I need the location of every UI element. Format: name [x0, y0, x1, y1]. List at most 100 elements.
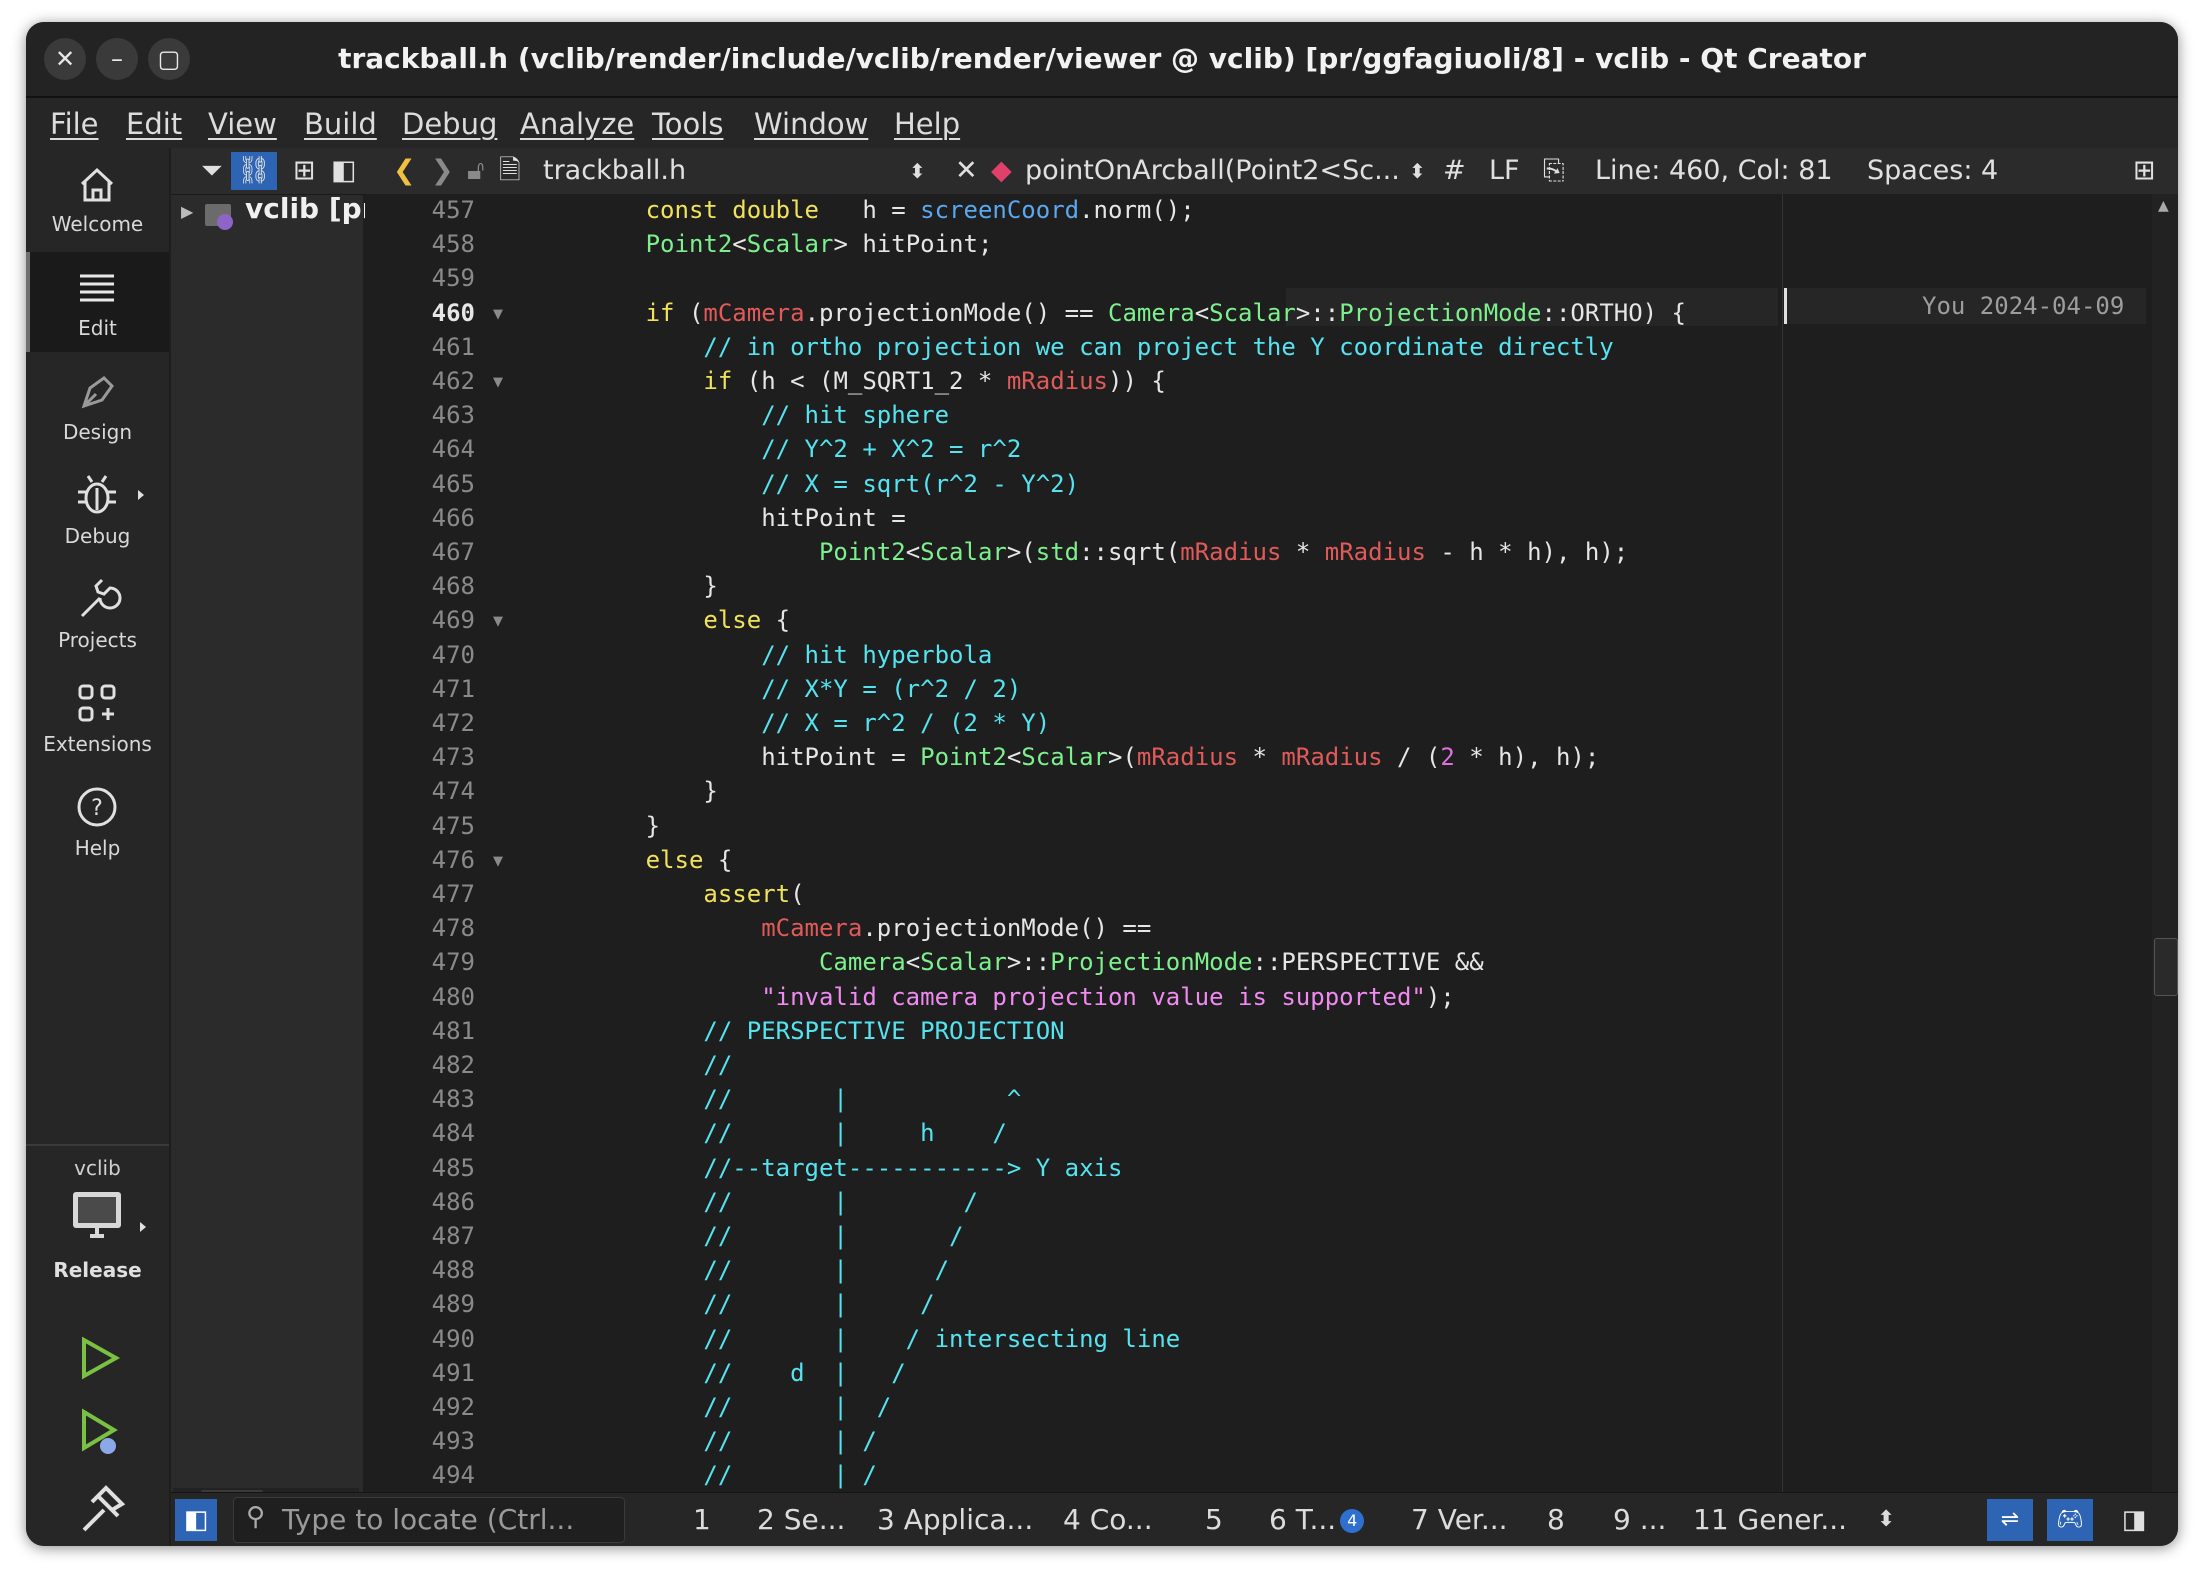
pane-button-4[interactable]: 4 Co...	[1063, 1499, 1153, 1541]
project-tree-pane: ▶ vclib [pr ◀ ▶	[171, 148, 365, 1518]
mode-help[interactable]: ? Help	[26, 772, 169, 872]
code-line: else {	[703, 606, 791, 635]
back-icon[interactable]: ❮	[393, 152, 416, 190]
code-line: Camera<Scalar>::ProjectionMode::PERSPECT…	[818, 948, 1484, 977]
mode-welcome[interactable]: Welcome	[26, 148, 169, 248]
mode-debug[interactable]: Debug	[26, 460, 169, 560]
kit-selector[interactable]: Release	[26, 1188, 169, 1298]
toggle-sidebar-icon[interactable]: ◧	[175, 1499, 217, 1541]
code-line: if (h < (M_SQRT1_2 * mRadius)) {	[703, 367, 1166, 395]
line-number: 486	[431, 1187, 475, 1216]
locator-input[interactable]: ⚲ Type to locate (Ctrl...	[233, 1497, 625, 1543]
menu-build[interactable]: Build	[304, 98, 377, 148]
mode-projects[interactable]: Projects	[26, 564, 169, 664]
split-editor-icon[interactable]: ⊞	[2133, 152, 2156, 190]
edit-icon	[80, 274, 114, 302]
extensions-icon	[78, 684, 116, 722]
indentation-button[interactable]: Spaces: 4	[1867, 152, 1998, 190]
fold-marker-icon[interactable]: ▼	[493, 854, 503, 869]
line-number: 489	[431, 1290, 475, 1319]
split-icon[interactable]: ⊞	[293, 152, 316, 190]
code-line: hitPoint = Point2<Scalar>(mRadius * mRad…	[530, 743, 1600, 772]
symbol-combo-arrows-icon[interactable]: ⬍	[1409, 152, 1426, 190]
fold-marker-icon[interactable]: ▼	[493, 375, 503, 390]
pane-button-9[interactable]: 9 ...	[1613, 1499, 1666, 1541]
line-number: 476	[431, 845, 475, 874]
code-line: "invalid camera projection value is supp…	[761, 982, 1455, 1011]
lock-icon[interactable]: 🔓︎	[467, 152, 485, 190]
debug-run-button[interactable]	[26, 1404, 169, 1464]
menu-edit[interactable]: Edit	[126, 98, 182, 148]
filter-icon[interactable]: ⏷	[201, 152, 223, 190]
line-number: 480	[431, 982, 475, 1011]
line-number: 483	[431, 1085, 475, 1114]
pane-button-2[interactable]: 2 Se...	[757, 1499, 845, 1541]
build-hammer-button[interactable]	[26, 1480, 169, 1540]
open-file-combo[interactable]: trackball.h	[543, 152, 686, 190]
code-line: // d | /	[530, 1358, 906, 1387]
line-ending-button[interactable]: LF	[1489, 152, 1520, 190]
pane-button-5[interactable]: 5	[1205, 1499, 1223, 1541]
editor-toolbar: ⏷ ⛓ ⊞ ◧ ❮ ❯ 🔓︎ 🗎︎ trackball.h ⬍ ✕ ◆ poin…	[171, 148, 2178, 195]
gamepad-icon[interactable]: 🎮︎	[2047, 1499, 2093, 1541]
line-number: 487	[431, 1222, 475, 1250]
menu-debug[interactable]: Debug	[402, 98, 497, 148]
svg-text:?: ?	[91, 796, 103, 821]
code-line: //	[530, 1051, 733, 1079]
more-panes-arrows-icon[interactable]: ⬍	[1877, 1499, 1895, 1541]
hash-button[interactable]: #	[1443, 152, 1466, 190]
toggle-right-sidebar-icon[interactable]: ◨	[2111, 1499, 2157, 1541]
code-line: // | /	[530, 1290, 935, 1319]
project-icon	[205, 204, 233, 230]
project-root-item[interactable]: vclib [pr	[245, 192, 365, 225]
file-combo-arrows-icon[interactable]: ⬍	[909, 152, 926, 190]
pane-button-1[interactable]: 1	[693, 1499, 711, 1541]
menu-tools[interactable]: Tools	[652, 98, 723, 148]
code-line: // | /	[530, 1461, 877, 1490]
line-number: 473	[431, 743, 475, 772]
editor-vscrollbar[interactable]: ▲ ▼	[2152, 194, 2178, 1518]
code-line: else {	[645, 845, 733, 874]
symbol-combo[interactable]: pointOnArcball(Point2<Sc...	[1025, 152, 1405, 190]
line-number: 458	[431, 230, 475, 259]
close-sidebar-icon[interactable]: ◧	[331, 152, 357, 190]
code-editor[interactable]: const double h = screenCoord.norm(); Poi…	[516, 194, 1781, 1518]
menu-file[interactable]: File	[50, 98, 99, 148]
expand-arrow-icon[interactable]: ▶	[181, 202, 193, 221]
symbol-diamond-icon: ◆	[991, 155, 1012, 186]
fold-marker-icon[interactable]: ▼	[493, 307, 503, 322]
menu-help[interactable]: Help	[894, 98, 960, 148]
search-icon: ⚲	[246, 1502, 266, 1532]
close-file-icon[interactable]: ✕	[955, 152, 978, 190]
pane-button-6[interactable]: 6 T... 4	[1269, 1499, 1365, 1541]
progress-details-icon[interactable]: ⇌	[1987, 1499, 2033, 1541]
code-line: assert(	[703, 880, 805, 908]
mode-design[interactable]: Design	[26, 356, 169, 456]
line-number: 468	[431, 572, 475, 601]
code-line: // | /	[530, 1222, 964, 1250]
code-line: if (mCamera.projectionMode() == Camera<S…	[645, 298, 1687, 327]
fold-marker-icon[interactable]: ▼	[493, 614, 503, 629]
menu-window[interactable]: Window	[754, 98, 868, 148]
bug-icon	[78, 475, 144, 514]
run-button[interactable]	[26, 1328, 169, 1388]
menu-analyze[interactable]: Analyze	[520, 98, 634, 148]
cursor-position[interactable]: Line: 460, Col: 81	[1595, 152, 1833, 190]
line-number: 470	[431, 640, 475, 669]
link-with-editor-icon[interactable]: ⛓	[231, 152, 277, 190]
pane-button-3[interactable]: 3 Applica...	[877, 1499, 1033, 1541]
mode-extensions[interactable]: Extensions	[26, 668, 169, 768]
pane-button-7[interactable]: 7 Ver...	[1411, 1499, 1508, 1541]
code-line: // in ortho projection we can project th…	[530, 332, 1614, 361]
wrench-icon	[80, 578, 122, 618]
forward-icon[interactable]: ❯	[431, 152, 454, 190]
mode-edit[interactable]: Edit	[26, 252, 169, 352]
menu-view[interactable]: View	[208, 98, 277, 148]
code-line: // hit sphere	[530, 401, 950, 430]
pane-button-11[interactable]: 11 Gener...	[1693, 1499, 1847, 1541]
line-number: 485	[431, 1153, 475, 1182]
pane-button-8[interactable]: 8	[1547, 1499, 1565, 1541]
encoding-icon[interactable]: ⎘	[1543, 152, 1565, 190]
code-line: // | h /	[530, 1119, 1007, 1148]
code-line: mCamera.projectionMode() ==	[761, 914, 1152, 943]
